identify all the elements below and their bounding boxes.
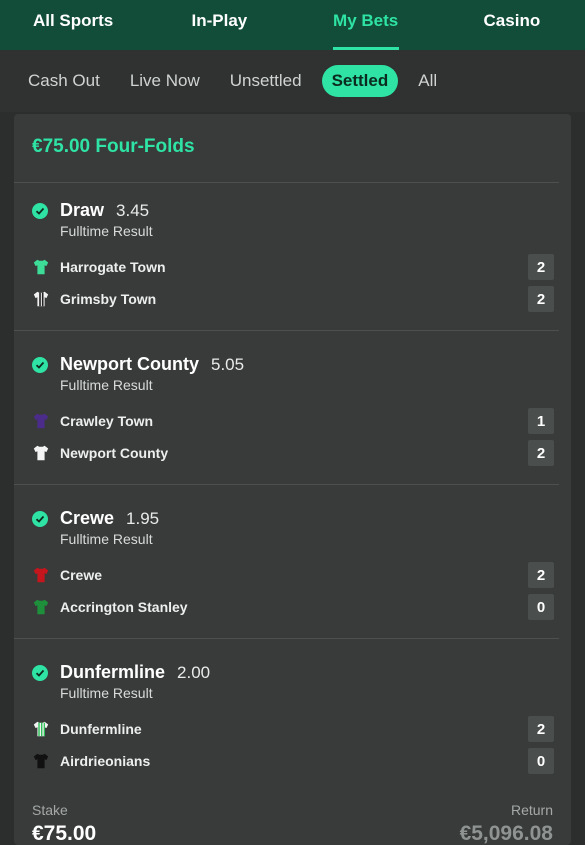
team-score: 1: [528, 408, 554, 434]
tab-settled[interactable]: Settled: [321, 65, 399, 97]
team-score: 0: [528, 594, 554, 620]
team-row: Grimsby Town 2: [32, 286, 554, 312]
kit-grimsby-icon: [33, 291, 49, 307]
selection-odds: 3.45: [116, 200, 150, 220]
market-label: Fulltime Result: [60, 685, 153, 701]
kit-dunfermline-icon: [33, 721, 49, 737]
divider: [14, 484, 559, 485]
return-value: €5,096.08: [459, 822, 553, 845]
team-row: Dunfermline 2: [32, 716, 554, 742]
tab-all[interactable]: All: [408, 65, 447, 97]
selection-odds: 5.05: [211, 354, 245, 374]
kit-harrogate-icon: [33, 259, 49, 275]
team-row: Harrogate Town 2: [32, 254, 554, 280]
team-row: Crawley Town 1: [32, 408, 554, 434]
tab-cash-out[interactable]: Cash Out: [18, 65, 110, 97]
selection-name: Newport County: [60, 354, 199, 374]
team-name: Grimsby Town: [60, 291, 157, 307]
bet-title: €75.00 Four-Folds: [32, 136, 195, 157]
divider: [14, 330, 559, 331]
nav-casino[interactable]: Casino: [439, 0, 585, 50]
team-row: Newport County 2: [32, 440, 554, 466]
top-nav: All Sports In-Play My Bets Casino: [0, 0, 585, 50]
team-name: Accrington Stanley: [60, 599, 188, 615]
team-name: Airdrieonians: [60, 753, 151, 769]
team-score: 2: [528, 440, 554, 466]
market-label: Fulltime Result: [60, 377, 153, 393]
team-row: Accrington Stanley 0: [32, 594, 554, 620]
bet-card[interactable]: €75.00 Four-Folds Draw 3.45 Fulltime Res…: [14, 114, 571, 845]
kit-crawley-icon: [33, 413, 49, 429]
team-name: Newport County: [60, 445, 169, 461]
divider: [14, 638, 559, 639]
team-name: Dunfermline: [60, 721, 142, 737]
kit-newport-icon: [33, 445, 49, 461]
market-label: Fulltime Result: [60, 531, 153, 547]
selection-odds: 2.00: [177, 662, 211, 682]
check-icon: [32, 356, 48, 373]
nav-my-bets[interactable]: My Bets: [293, 0, 439, 50]
tab-live-now[interactable]: Live Now: [120, 65, 210, 97]
selection-name: Crewe: [60, 508, 115, 528]
team-score: 2: [528, 716, 554, 742]
return-label: Return: [510, 802, 553, 818]
selection-item: Dunfermline 2.00 Fulltime Result Dunferm…: [14, 646, 571, 800]
selection-name: Draw: [60, 200, 105, 220]
tab-unsettled[interactable]: Unsettled: [220, 65, 312, 97]
team-score: 0: [528, 748, 554, 774]
nav-all-sports[interactable]: All Sports: [0, 0, 146, 50]
selection-item: Newport County 5.05 Fulltime Result Craw…: [14, 338, 571, 492]
selection-item: Draw 3.45 Fulltime Result Harrogate Town…: [14, 184, 571, 338]
stake-label: Stake: [32, 802, 68, 818]
selection-item: Crewe 1.95 Fulltime Result Crewe 2 Accri…: [14, 492, 571, 646]
team-score: 2: [528, 254, 554, 280]
market-label: Fulltime Result: [60, 223, 153, 239]
team-name: Crawley Town: [60, 413, 154, 429]
bet-filter-tabs: Cash Out Live Now Unsettled Settled All: [0, 50, 585, 112]
check-icon: [32, 202, 48, 219]
kit-accrington-icon: [33, 599, 49, 615]
divider: [14, 182, 559, 183]
team-row: Crewe 2: [32, 562, 554, 588]
kit-airdrieonians-icon: [33, 753, 49, 769]
kit-crewe-icon: [33, 567, 49, 583]
team-name: Harrogate Town: [60, 259, 166, 275]
check-icon: [32, 664, 48, 681]
check-icon: [32, 510, 48, 527]
team-score: 2: [528, 286, 554, 312]
selection-odds: 1.95: [126, 508, 160, 528]
stake-value: €75.00: [32, 822, 97, 845]
nav-in-play[interactable]: In-Play: [146, 0, 292, 50]
team-score: 2: [528, 562, 554, 588]
selection-name: Dunfermline: [60, 662, 166, 682]
team-row: Airdrieonians 0: [32, 748, 554, 774]
team-name: Crewe: [60, 567, 103, 583]
